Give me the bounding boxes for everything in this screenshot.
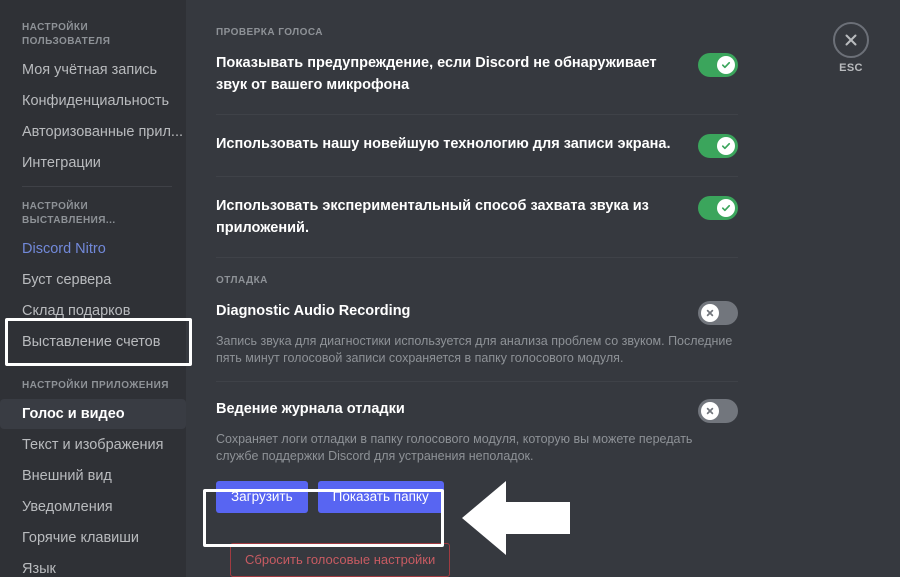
- sidebar-item-gift-inventory[interactable]: Склад подарков: [0, 296, 186, 326]
- reset-voice-settings-wrap: Сбросить голосовые настройки: [216, 543, 738, 577]
- debug-log-actions: Загрузить Показать папку: [216, 481, 738, 513]
- section-header-voice-check: ПРОВЕРКА ГОЛОСА: [216, 27, 323, 38]
- sidebar-group-header-billing: НАСТРОЙКИ ВЫСТАВЛЕНИЯ...: [22, 201, 116, 226]
- setting-row-diagnostic-audio-recording: Diagnostic Audio Recording: [216, 298, 738, 327]
- sidebar-item-appearance[interactable]: Внешний вид: [0, 461, 186, 491]
- toggle-debug-logging[interactable]: [698, 399, 738, 423]
- sidebar-item-text-and-images[interactable]: Текст и изображения: [0, 430, 186, 460]
- close-icon: [701, 304, 719, 322]
- check-icon: [717, 137, 735, 155]
- reset-voice-settings-button[interactable]: Сбросить голосовые настройки: [230, 543, 451, 577]
- setting-row-mic-warning: Показывать предупреждение, если Discord …: [216, 50, 738, 98]
- sidebar-item-voice-and-video[interactable]: Голос и видео: [0, 399, 186, 429]
- sidebar-item-privacy[interactable]: Конфиденциальность: [0, 86, 186, 116]
- close-settings-label: ESC: [839, 62, 863, 74]
- sidebar-item-integrations[interactable]: Интеграции: [0, 148, 186, 178]
- setting-label-mic-warning: Показывать предупреждение, если Discord …: [216, 55, 657, 93]
- setting-row-screen-recording-tech: Использовать нашу новейшую технологию дл…: [216, 131, 738, 160]
- section-header-debug: ОТЛАДКА: [216, 275, 268, 286]
- close-settings-button[interactable]: ESC: [828, 22, 874, 74]
- content-divider-3: [216, 257, 738, 258]
- setting-row-experimental-audio-capture: Использовать экспериментальный способ за…: [216, 193, 738, 241]
- setting-label-debug-logging: Ведение журнала отладки: [216, 401, 405, 417]
- setting-label-screen-recording-tech: Использовать нашу новейшую технологию дл…: [216, 136, 671, 152]
- setting-label-diagnostic-audio-recording: Diagnostic Audio Recording: [216, 303, 411, 319]
- toggle-screen-recording-tech[interactable]: [698, 134, 738, 158]
- sidebar-item-my-account[interactable]: Моя учётная запись: [0, 55, 186, 85]
- content-divider-4: [216, 381, 738, 382]
- toggle-experimental-audio-capture[interactable]: [698, 196, 738, 220]
- sidebar-group-header-app: НАСТРОЙКИ ПРИЛОЖЕНИЯ: [22, 380, 169, 391]
- sidebar-item-billing[interactable]: Выставление счетов: [0, 327, 186, 357]
- sidebar-item-language[interactable]: Язык: [0, 554, 186, 577]
- check-icon: [717, 56, 735, 74]
- toggle-diagnostic-audio-recording[interactable]: [698, 301, 738, 325]
- settings-content-voice-and-video: ПРОВЕРКА ГОЛОСА Показывать предупреждени…: [186, 0, 900, 577]
- setting-label-experimental-audio-capture: Использовать экспериментальный способ за…: [216, 198, 649, 236]
- toggle-mic-warning[interactable]: [698, 53, 738, 77]
- close-icon: [701, 402, 719, 420]
- show-folder-button[interactable]: Показать папку: [317, 481, 444, 513]
- sidebar-group-header-user: НАСТРОЙКИ ПОЛЬЗОВАТЕЛЯ: [22, 22, 111, 47]
- settings-sidebar: НАСТРОЙКИ ПОЛЬЗОВАТЕЛЯ Моя учётная запис…: [0, 0, 186, 577]
- sidebar-item-server-boost[interactable]: Буст сервера: [0, 265, 186, 295]
- discord-settings-window: НАСТРОЙКИ ПОЛЬЗОВАТЕЛЯ Моя учётная запис…: [0, 0, 900, 577]
- close-icon: [833, 22, 869, 58]
- content-divider-2: [216, 176, 738, 177]
- sidebar-item-authorized-apps[interactable]: Авторизованные прил...: [0, 117, 186, 147]
- sidebar-item-keybinds[interactable]: Горячие клавиши: [0, 523, 186, 553]
- content-divider-1: [216, 114, 738, 115]
- sidebar-item-discord-nitro[interactable]: Discord Nitro: [0, 234, 186, 264]
- sidebar-item-notifications[interactable]: Уведомления: [0, 492, 186, 522]
- setting-row-debug-logging: Ведение журнала отладки: [216, 396, 738, 425]
- setting-description-diagnostic-audio-recording: Запись звука для диагностики используетс…: [216, 334, 733, 365]
- download-logs-button[interactable]: Загрузить: [216, 481, 308, 513]
- setting-description-debug-logging: Сохраняет логи отладки в папку голосовог…: [216, 432, 693, 463]
- sidebar-divider-1: [22, 186, 172, 187]
- sidebar-divider-2: [22, 365, 172, 366]
- check-icon: [717, 199, 735, 217]
